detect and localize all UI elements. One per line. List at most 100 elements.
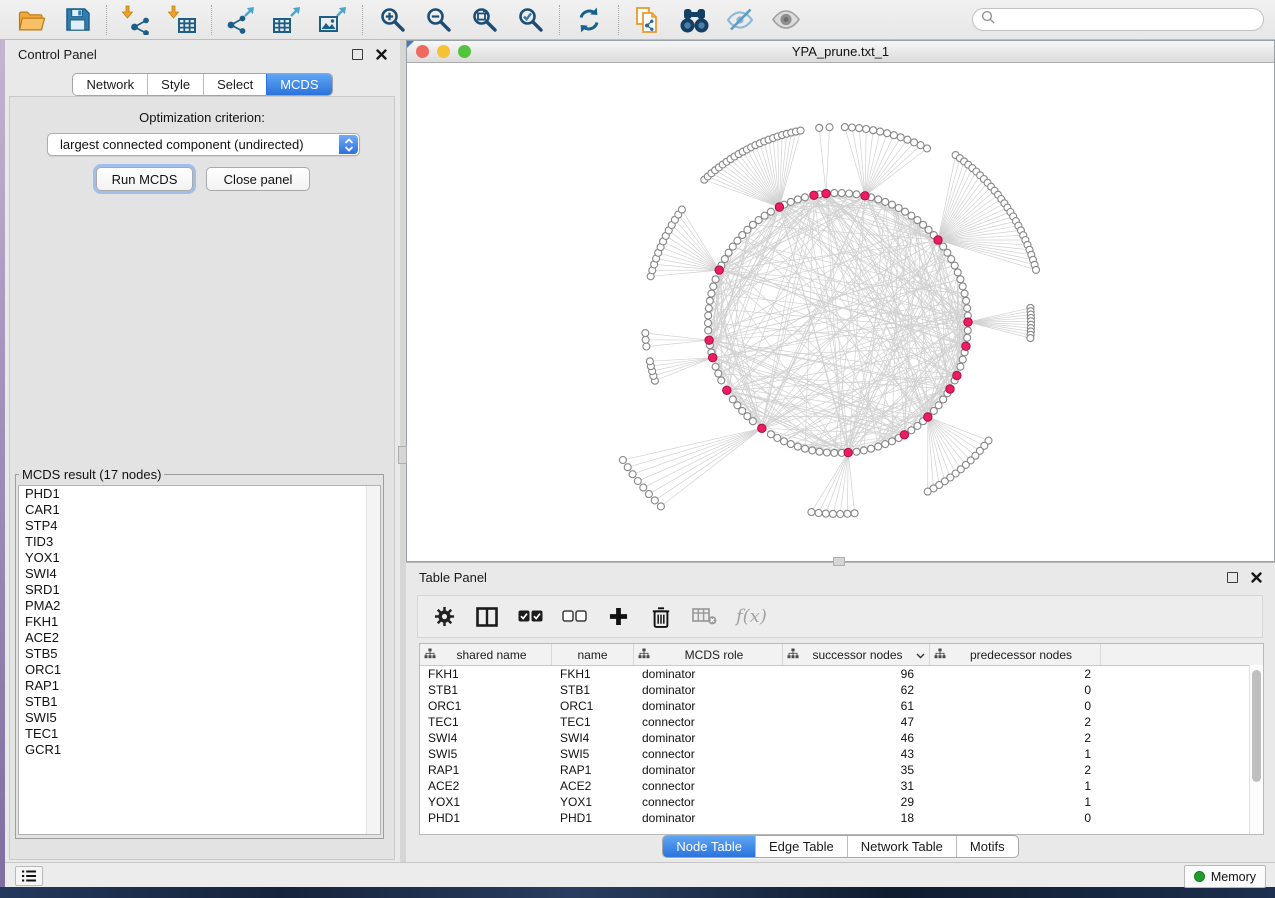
horizontal-splitter-handle[interactable]: [833, 557, 845, 566]
mcds-result-item[interactable]: CAR1: [19, 502, 380, 518]
float-table-panel-icon[interactable]: [1227, 572, 1238, 583]
list-scrollbar[interactable]: [366, 486, 380, 834]
zoom-fit-button[interactable]: [468, 4, 500, 36]
import-table-button[interactable]: [166, 4, 198, 36]
tab-mcds[interactable]: MCDS: [266, 74, 331, 95]
table-cell: STB1: [420, 683, 552, 697]
export-network-button[interactable]: [225, 4, 257, 36]
hide-all-columns-button[interactable]: [562, 604, 587, 630]
mcds-result-item[interactable]: STP4: [19, 518, 380, 534]
vertical-splitter-handle[interactable]: [398, 446, 407, 464]
graph-node: [646, 358, 653, 365]
column-header-successor-nodes[interactable]: successor nodes: [783, 644, 930, 665]
find-button[interactable]: [678, 4, 710, 36]
graph-node: [948, 256, 955, 263]
maximize-window-icon[interactable]: [458, 45, 471, 58]
table-row[interactable]: SWI4SWI4dominator462: [420, 730, 1263, 746]
close-panel-button[interactable]: Close panel: [206, 167, 310, 191]
mcds-result-item[interactable]: TEC1: [19, 726, 380, 742]
graph-node: [954, 269, 961, 276]
search-box[interactable]: [972, 8, 1264, 31]
zoom-in-button[interactable]: [376, 4, 408, 36]
table-row[interactable]: RAP1RAP1dominator352: [420, 762, 1263, 778]
mcds-result-item[interactable]: SWI4: [19, 566, 380, 582]
mcds-result-item[interactable]: PMA2: [19, 598, 380, 614]
tab-network-table[interactable]: Network Table: [847, 836, 956, 857]
show-all-columns-button[interactable]: [518, 604, 543, 630]
mcds-result-item[interactable]: STB1: [19, 694, 380, 710]
network-canvas[interactable]: [407, 63, 1274, 561]
mcds-result-item[interactable]: SWI5: [19, 710, 380, 726]
criterion-select[interactable]: largest connected component (undirected): [47, 133, 360, 156]
graph-node: [831, 449, 838, 456]
column-label: name: [556, 648, 629, 662]
mcds-result-item[interactable]: GCR1: [19, 742, 380, 758]
table-row[interactable]: PHD1PHD1dominator180: [420, 810, 1263, 826]
export-image-button[interactable]: [317, 4, 349, 36]
graph-node: [831, 190, 838, 197]
table-settings-button[interactable]: [432, 604, 456, 630]
column-layout-button[interactable]: [475, 604, 499, 630]
mcds-result-item[interactable]: ORC1: [19, 662, 380, 678]
network-copy-button[interactable]: [632, 4, 664, 36]
delete-column-button[interactable]: [649, 604, 673, 630]
export-table-button[interactable]: [271, 4, 303, 36]
table-cell: ORC1: [552, 699, 634, 713]
search-input[interactable]: [1000, 12, 1263, 28]
table-scrollbar-thumb[interactable]: [1252, 670, 1261, 782]
apply-layout-button[interactable]: [573, 4, 605, 36]
tab-style[interactable]: Style: [147, 74, 203, 95]
memory-button[interactable]: Memory: [1184, 865, 1266, 888]
mcds-result-item[interactable]: YOX1: [19, 550, 380, 566]
save-session-button[interactable]: [61, 4, 93, 36]
mcds-result-list[interactable]: PHD1CAR1STP4TID3YOX1SWI4SRD1PMA2FKH1ACE2…: [18, 485, 381, 835]
mcds-result-item[interactable]: FKH1: [19, 614, 380, 630]
tab-select[interactable]: Select: [203, 74, 266, 95]
import-network-button[interactable]: [120, 4, 152, 36]
float-panel-icon[interactable]: [352, 49, 363, 60]
mcds-result-item[interactable]: STB5: [19, 646, 380, 662]
table-row[interactable]: YOX1YOX1connector291: [420, 794, 1263, 810]
table-row[interactable]: FKH1FKH1dominator962: [420, 666, 1263, 682]
tab-node-table[interactable]: Node Table: [663, 836, 755, 857]
graph-node: [914, 422, 921, 429]
mcds-result-item[interactable]: SRD1: [19, 582, 380, 598]
zoom-selected-button[interactable]: [514, 4, 546, 36]
show-graphics-button[interactable]: [770, 4, 802, 36]
hide-labels-button[interactable]: [724, 4, 756, 36]
zoom-out-button[interactable]: [422, 4, 454, 36]
minimize-window-icon[interactable]: [437, 45, 450, 58]
table-cell: ACE2: [420, 779, 552, 793]
open-session-button[interactable]: [15, 4, 47, 36]
task-history-button[interactable]: [15, 866, 43, 886]
table-cell: 96: [783, 667, 930, 681]
column-header-shared-name[interactable]: shared name: [420, 644, 552, 665]
network-graph[interactable]: [407, 63, 1274, 561]
table-cell: 2: [930, 763, 1101, 777]
graph-node: [678, 206, 685, 213]
tab-network[interactable]: Network: [73, 74, 147, 95]
tab-motifs[interactable]: Motifs: [956, 836, 1018, 857]
mcds-result-item[interactable]: PHD1: [19, 486, 380, 502]
table-row[interactable]: ACE2ACE2connector311: [420, 778, 1263, 794]
close-window-icon[interactable]: [416, 45, 429, 58]
column-header-name[interactable]: name: [552, 644, 634, 665]
tab-edge-table[interactable]: Edge Table: [755, 836, 847, 857]
close-table-panel-icon[interactable]: [1251, 572, 1262, 583]
table-row[interactable]: STB1STB1dominator620: [420, 682, 1263, 698]
table-row[interactable]: TEC1TEC1connector472: [420, 714, 1263, 730]
zoom-fit-icon: [471, 6, 498, 33]
column-header-predecessor-nodes[interactable]: predecessor nodes: [930, 644, 1101, 665]
close-panel-icon[interactable]: [376, 49, 387, 60]
run-mcds-button[interactable]: Run MCDS: [96, 167, 193, 191]
table-row[interactable]: SWI5SWI5connector431: [420, 746, 1263, 762]
column-header-MCDS-role[interactable]: MCDS role: [634, 644, 783, 665]
mcds-result-item[interactable]: TID3: [19, 534, 380, 550]
mcds-result-item[interactable]: RAP1: [19, 678, 380, 694]
table-row[interactable]: ORC1ORC1dominator610: [420, 698, 1263, 714]
create-column-button[interactable]: [606, 604, 630, 630]
graph-node: [959, 356, 966, 363]
table-scrollbar[interactable]: [1249, 665, 1263, 834]
network-titlebar[interactable]: YPA_prune.txt_1: [407, 41, 1274, 63]
mcds-result-item[interactable]: ACE2: [19, 630, 380, 646]
